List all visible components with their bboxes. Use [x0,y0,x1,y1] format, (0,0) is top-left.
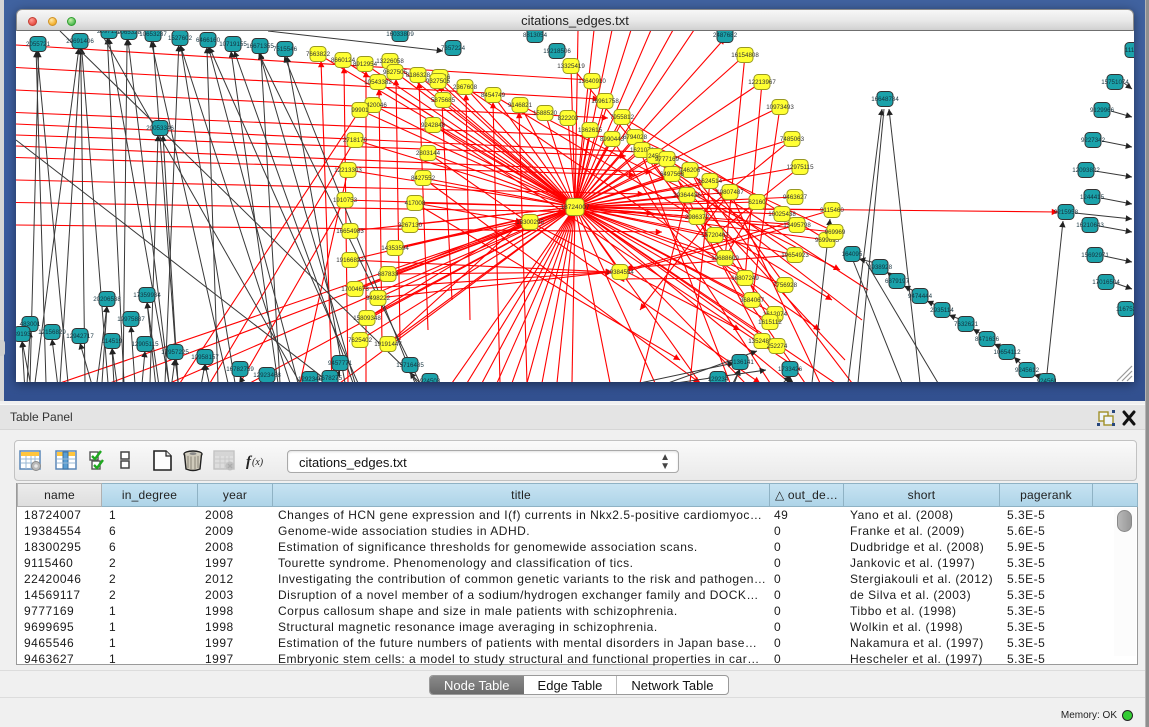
svg-text:(x): (x) [252,457,264,468]
